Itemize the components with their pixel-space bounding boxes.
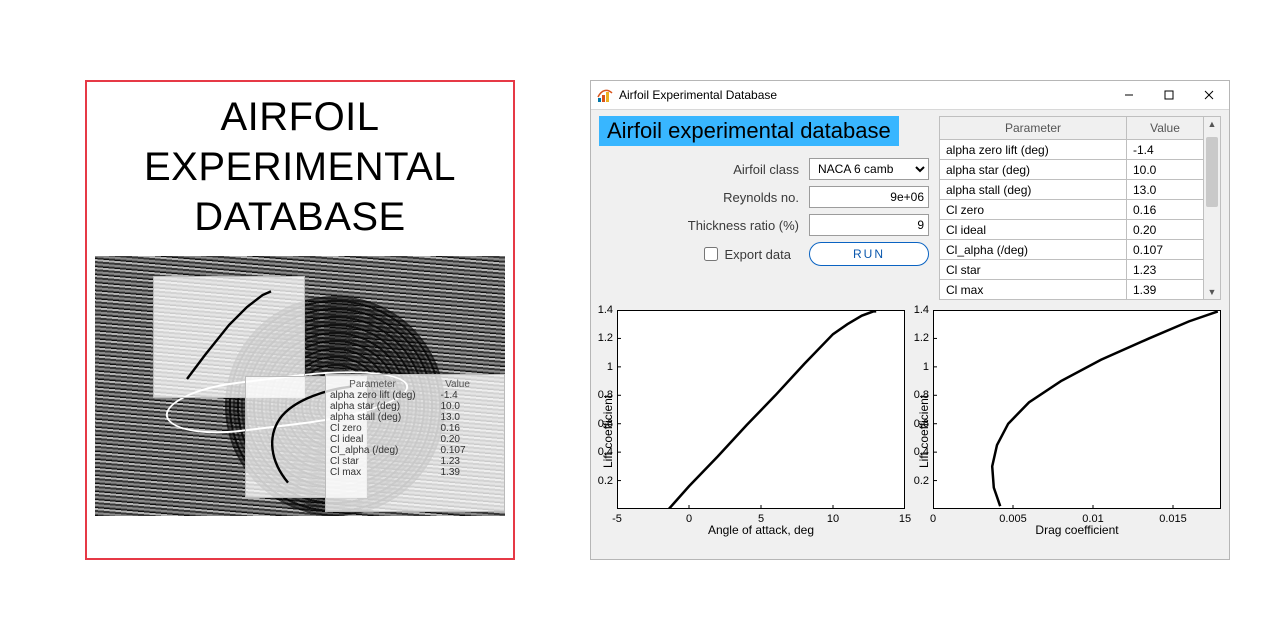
param-value: 0.20: [1127, 220, 1204, 240]
table-row[interactable]: Cl star1.23: [940, 260, 1204, 280]
app-icon: [597, 87, 613, 103]
app-window: Airfoil Experimental Database Airfoil ex…: [590, 80, 1230, 560]
param-value: 0.16: [1127, 200, 1204, 220]
promo-card: AIRFOIL EXPERIMENTAL DATABASE ParameterV…: [85, 80, 515, 560]
scroll-down-icon[interactable]: ▼: [1204, 285, 1220, 299]
table-row[interactable]: Cl ideal0.20: [940, 220, 1204, 240]
param-value: 1.39: [1127, 280, 1204, 300]
param-name: Cl_alpha (/deg): [940, 240, 1127, 260]
promo-ghost-table: ParameterValue alpha zero lift (deg)-1.4…: [325, 374, 505, 512]
param-name: Cl ideal: [940, 220, 1127, 240]
thickness-input[interactable]: [809, 214, 929, 236]
app-title: Airfoil experimental database: [599, 116, 899, 146]
export-data-box[interactable]: [704, 247, 718, 261]
param-name: alpha stall (deg): [940, 180, 1127, 200]
promo-title-line: AIRFOIL: [95, 92, 505, 142]
param-value: 10.0: [1127, 160, 1204, 180]
export-data-label: Export data: [725, 247, 792, 262]
lift-vs-alpha-plot: Lift coefficient -50510150.20.40.60.811.…: [599, 310, 905, 553]
param-name: alpha star (deg): [940, 160, 1127, 180]
window-title: Airfoil Experimental Database: [619, 88, 1109, 102]
reynolds-input[interactable]: [809, 186, 929, 208]
plot2-xlabel: Drag coefficient: [933, 509, 1221, 553]
param-name: Cl star: [940, 260, 1127, 280]
table-header-param: Parameter: [940, 117, 1127, 140]
airfoil-class-label: Airfoil class: [733, 162, 799, 177]
param-value: 1.23: [1127, 260, 1204, 280]
table-row[interactable]: Cl zero0.16: [940, 200, 1204, 220]
promo-title-line: DATABASE: [95, 192, 505, 242]
titlebar: Airfoil Experimental Database: [591, 81, 1229, 110]
table-row[interactable]: alpha stall (deg)13.0: [940, 180, 1204, 200]
table-row[interactable]: alpha zero lift (deg)-1.4: [940, 140, 1204, 160]
plot1-xlabel: Angle of attack, deg: [617, 509, 905, 553]
minimize-button[interactable]: [1109, 81, 1149, 109]
plot2-ylabel: Lift coefficient: [915, 310, 933, 553]
export-data-checkbox[interactable]: Export data: [700, 244, 792, 264]
param-value: -1.4: [1127, 140, 1204, 160]
table-scrollbar[interactable]: ▲ ▼: [1204, 116, 1221, 300]
param-value: 13.0: [1127, 180, 1204, 200]
promo-image: ParameterValue alpha zero lift (deg)-1.4…: [95, 256, 505, 516]
lift-vs-drag-plot: Lift coefficient 00.0050.010.0150.20.40.…: [915, 310, 1221, 553]
table-row[interactable]: alpha star (deg)10.0: [940, 160, 1204, 180]
close-button[interactable]: [1189, 81, 1229, 109]
thickness-label: Thickness ratio (%): [688, 218, 799, 233]
scroll-up-icon[interactable]: ▲: [1204, 117, 1220, 131]
scroll-thumb[interactable]: [1206, 137, 1218, 207]
param-name: Cl max: [940, 280, 1127, 300]
run-button[interactable]: RUN: [809, 242, 929, 266]
controls-panel: Airfoil experimental database Airfoil cl…: [599, 116, 929, 266]
reynolds-label: Reynolds no.: [723, 190, 799, 205]
param-name: alpha zero lift (deg): [940, 140, 1127, 160]
param-value: 0.107: [1127, 240, 1204, 260]
parameters-table: Parameter Value alpha zero lift (deg)-1.…: [939, 116, 1204, 300]
maximize-button[interactable]: [1149, 81, 1189, 109]
promo-title-line: EXPERIMENTAL: [95, 142, 505, 192]
param-name: Cl zero: [940, 200, 1127, 220]
airfoil-class-select[interactable]: NACA 6 camb: [809, 158, 929, 180]
parameters-table-wrap: Parameter Value alpha zero lift (deg)-1.…: [939, 116, 1221, 300]
plot1-ylabel: Lift coefficient: [599, 310, 617, 553]
promo-title: AIRFOIL EXPERIMENTAL DATABASE: [95, 92, 505, 242]
table-row[interactable]: Cl_alpha (/deg)0.107: [940, 240, 1204, 260]
table-row[interactable]: Cl max1.39: [940, 280, 1204, 300]
table-header-value: Value: [1127, 117, 1204, 140]
